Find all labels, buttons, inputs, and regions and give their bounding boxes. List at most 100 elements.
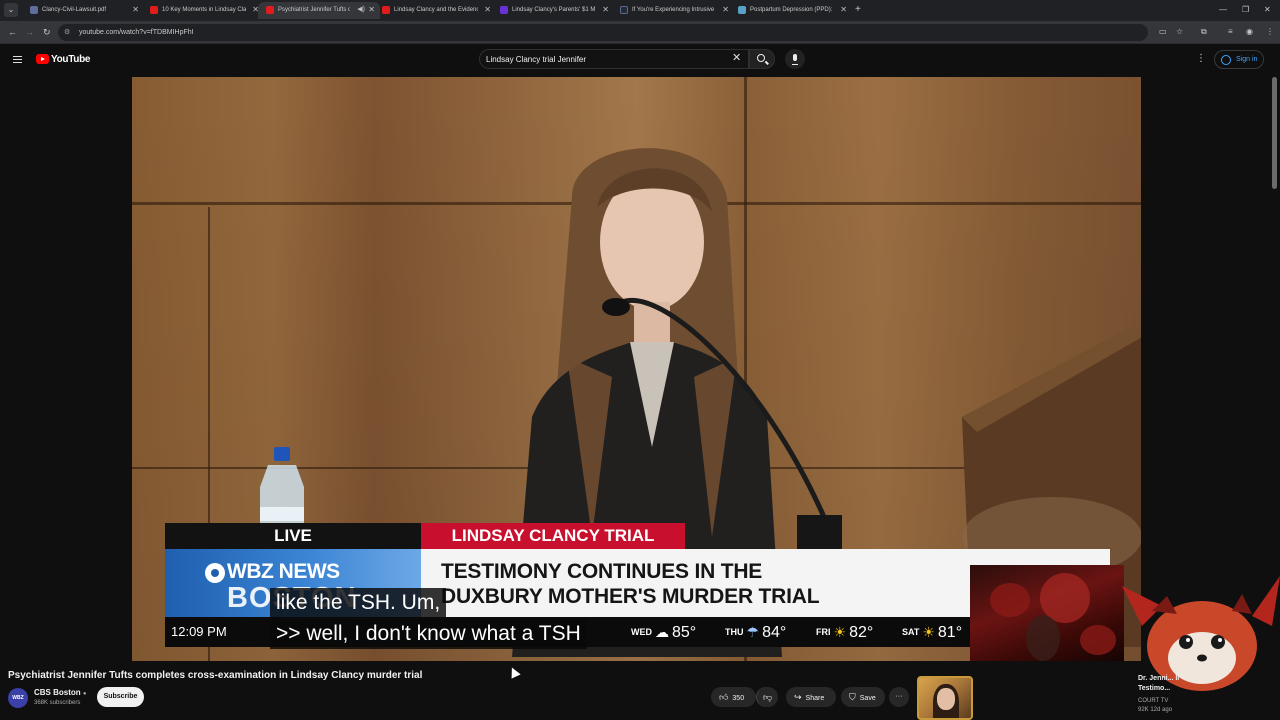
weather-temp: 82° (849, 624, 874, 641)
verified-icon: ● (82, 691, 87, 697)
like-button[interactable]: 👍︎ 350 (711, 687, 756, 707)
channel-avatar[interactable]: WBZ (8, 688, 28, 708)
url-text: youtube.com/watch?v=fTDBMIHpFhI (79, 29, 194, 36)
close-window-icon[interactable]: ✕ (1264, 3, 1271, 17)
tab-title: 10 Key Moments in Lindsay Cla (162, 7, 246, 13)
extensions-icon[interactable]: ⧉ (1201, 26, 1207, 38)
youtube-header: YouTube ✕ ⋮ Sign in (0, 44, 1280, 75)
cast-icon[interactable]: ▭ (1159, 26, 1167, 38)
clear-search-icon[interactable]: ✕ (732, 52, 741, 65)
search-box[interactable] (479, 49, 749, 69)
video-title: Psychiatrist Jennifer Tufts completes cr… (8, 670, 423, 681)
video-player[interactable]: LIVE LINDSAY CLANCY TRIAL WBZ NEWS BOSTO… (132, 77, 1141, 661)
browser-toolbar: ← → ↻ ⚙ youtube.com/watch?v=fTDBMIHpFhI … (0, 21, 1280, 44)
mouse-cursor-icon (507, 665, 521, 679)
save-label: Save (859, 695, 876, 702)
more-horizontal-icon: ··· (895, 693, 903, 700)
weather-sat: SAT ☀ 81° (902, 623, 962, 642)
tab-close-icon[interactable]: ✕ (132, 5, 139, 15)
ticker-time: 12:09 PM (171, 624, 227, 639)
weather-day: WED (631, 627, 652, 637)
thumbs-down-icon: 👎︎ (763, 692, 773, 702)
weather-temp: 84° (762, 624, 787, 641)
tab-search-button[interactable]: ⌄ (4, 3, 18, 17)
tab-title: Lindsay Clancy's Parents' $1 M (512, 7, 596, 13)
weather-thu: THU ☂ 84° (725, 623, 786, 642)
tab-title: If You're Experiencing Intrusive (632, 7, 715, 13)
subscribe-button[interactable]: Subscribe (97, 687, 144, 707)
speaker-icon[interactable]: ◀) (357, 5, 365, 15)
related-video-meta: COURT TV 92K 12d ago (1138, 697, 1172, 715)
related-title-line-2[interactable]: Testimo... (1138, 684, 1179, 694)
voice-search-icon[interactable] (785, 49, 805, 69)
tab-intrusive-thoughts[interactable]: If You're Experiencing Intrusive ✕ (612, 2, 734, 19)
save-button[interactable]: ⛉ Save (841, 687, 885, 707)
browser-menu-icon[interactable]: ⋮ (1266, 26, 1274, 38)
medical-icon (738, 6, 746, 14)
related-video-title[interactable]: Dr. Jenni... ll Testimo... (1138, 674, 1179, 694)
menu-icon[interactable] (13, 56, 22, 63)
media-control-icon[interactable]: ≡ (1228, 26, 1233, 38)
like-count: 350 (732, 695, 745, 702)
headline-line-2: DUXBURY MOTHER'S MURDER TRIAL (441, 585, 820, 608)
tab-title: Lindsay Clancy and the Evidenc (394, 7, 478, 13)
pdf-icon (30, 6, 38, 14)
weather-day: THU (725, 627, 744, 637)
channel-name[interactable]: CBS Boston ● (34, 688, 87, 699)
artwork-splatter (990, 583, 1030, 617)
sign-in-button[interactable]: Sign in (1214, 50, 1264, 69)
restore-icon[interactable]: ❐ (1242, 3, 1249, 17)
caption-line-1: like the TSH. Um, (270, 588, 447, 618)
site-info-icon[interactable]: ⚙ (64, 27, 70, 38)
artwork-splatter (1080, 625, 1116, 655)
caption-line-2: >> well, I don't know what a TSH (270, 619, 587, 649)
share-button[interactable]: ↪ Share (786, 687, 836, 707)
tab-close-icon[interactable]: ✕ (484, 5, 491, 15)
related-video-thumbnail[interactable] (917, 676, 973, 720)
overlay-artwork (970, 565, 1124, 661)
tab-psychiatrist-video[interactable]: Psychiatrist Jennifer Tufts c ◀) ✕ (258, 2, 380, 19)
share-label: Share (805, 695, 825, 702)
sun-icon: ☀ (833, 624, 847, 640)
youtube-icon (382, 6, 390, 14)
new-tab-icon[interactable]: + (855, 3, 861, 17)
tab-close-icon[interactable]: ✕ (840, 5, 847, 15)
tab-clancy-parents[interactable]: Lindsay Clancy's Parents' $1 M ✕ (492, 2, 614, 19)
trial-banner: LINDSAY CLANCY TRIAL (421, 523, 685, 549)
cbs-eye-icon (205, 563, 225, 583)
bookmark-star-icon[interactable]: ☆ (1176, 26, 1183, 38)
thumbnail-face (937, 688, 955, 710)
related-title-line-1[interactable]: Dr. Jenni... ll (1138, 674, 1179, 684)
thumbs-up-icon: 👍︎ (719, 692, 729, 702)
youtube-logo-text[interactable]: YouTube (51, 53, 91, 66)
youtube-logo-icon[interactable] (36, 54, 49, 64)
search-button[interactable] (749, 49, 775, 69)
tab-close-icon[interactable]: ✕ (722, 5, 729, 15)
bookmark-icon: ⛉ (849, 692, 856, 702)
settings-menu-icon[interactable]: ⋮ (1196, 53, 1206, 65)
instagram-icon (620, 6, 628, 14)
tab-postpartum-depression[interactable]: Postpartum Depression (PPD): ✕ (730, 2, 852, 19)
profile-icon[interactable]: ◉ (1246, 26, 1253, 38)
page-scrollbar[interactable] (1272, 77, 1277, 189)
related-channel: COURT TV (1138, 698, 1169, 704)
back-icon[interactable]: ← (8, 26, 17, 38)
microphone (602, 297, 842, 557)
account-icon (1221, 55, 1231, 65)
youtube-icon (150, 6, 158, 14)
channel-name-text[interactable]: CBS Boston (34, 688, 81, 697)
tab-clancy-lawsuit-pdf[interactable]: Clancy-Civil-Lawsuit.pdf ✕ (22, 2, 144, 19)
artwork-figure (1026, 615, 1060, 661)
forward-icon[interactable]: → (25, 26, 34, 38)
reload-icon[interactable]: ↻ (43, 26, 51, 38)
address-bar[interactable]: ⚙ youtube.com/watch?v=fTDBMIHpFhI (58, 24, 1148, 41)
tab-key-moments[interactable]: 10 Key Moments in Lindsay Cla ✕ (142, 2, 264, 19)
related-views-age: 92K 12d ago (1138, 707, 1173, 713)
search-input[interactable] (486, 52, 716, 66)
more-actions-button[interactable]: ··· (889, 687, 909, 707)
subscriber-count: 368K subscribers (34, 700, 81, 706)
dislike-button[interactable]: 👎︎ (756, 687, 778, 707)
minimize-icon[interactable]: — (1219, 3, 1227, 17)
tab-close-icon[interactable]: ✕ (602, 5, 609, 15)
tab-clancy-evidence[interactable]: Lindsay Clancy and the Evidenc ✕ (374, 2, 496, 19)
